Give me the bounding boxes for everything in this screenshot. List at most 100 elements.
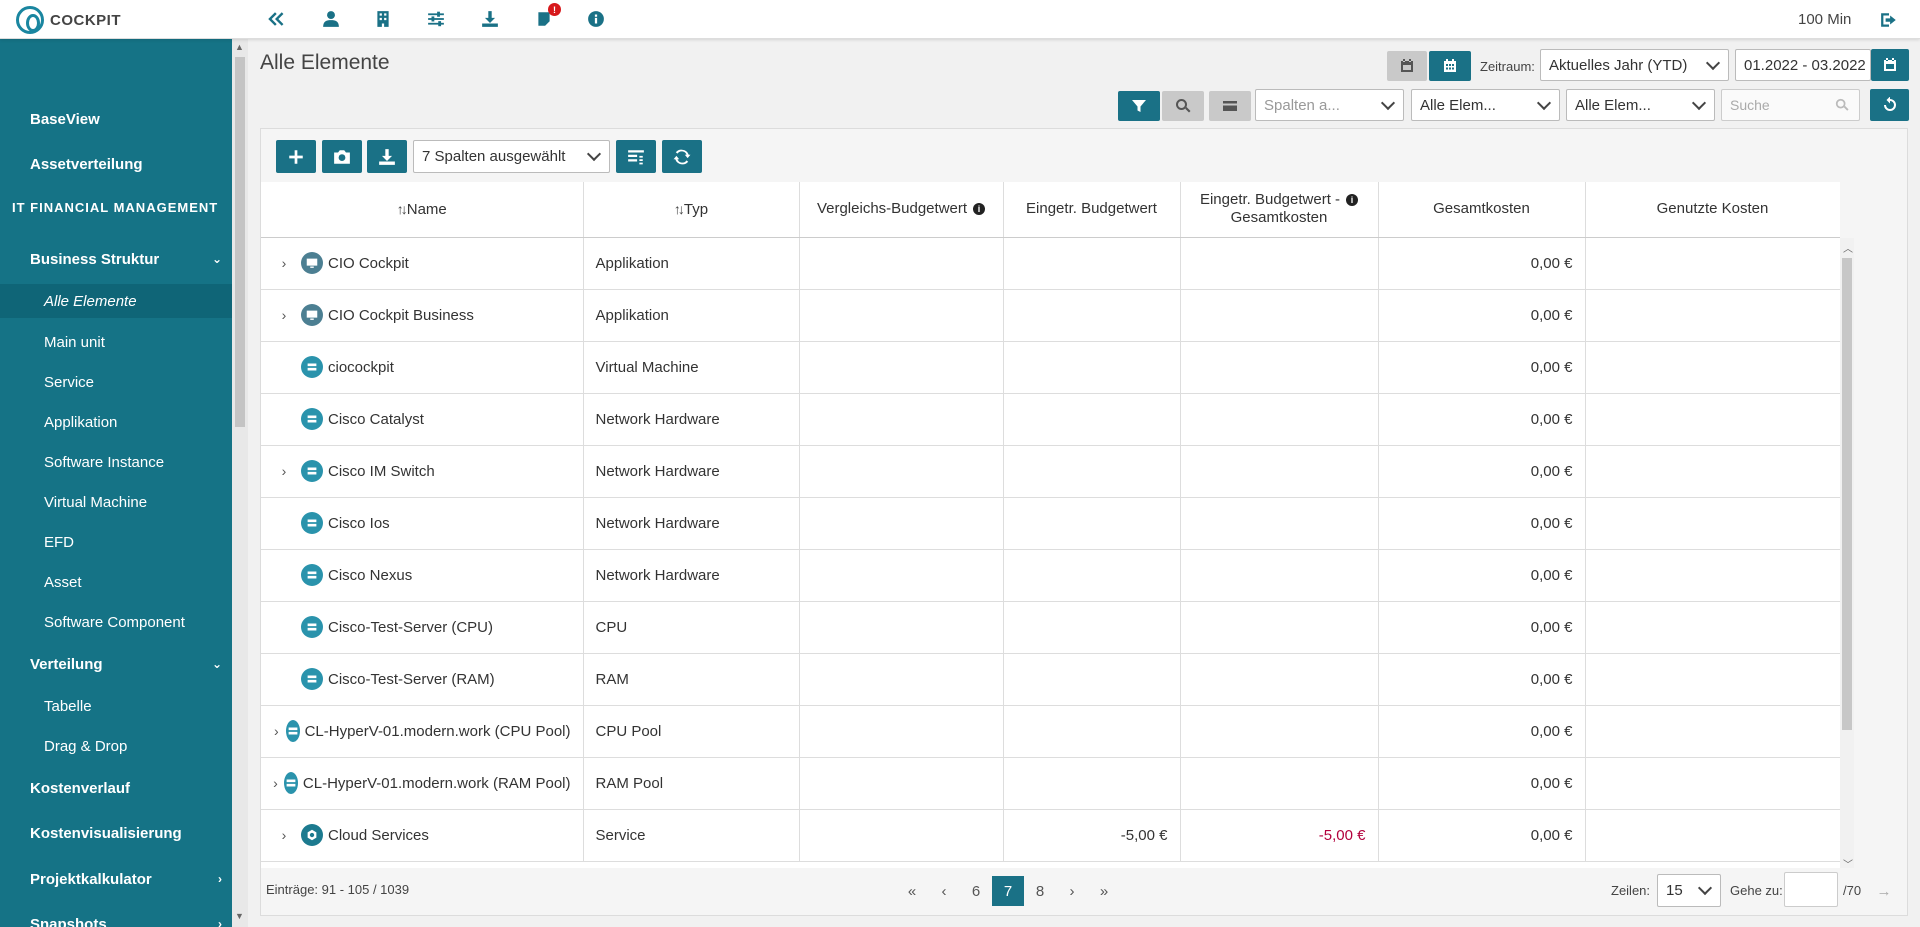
info-icon[interactable]: i <box>1346 194 1359 207</box>
cell-name[interactable]: Cisco Nexus <box>261 549 584 602</box>
info-icon[interactable]: i <box>973 203 986 216</box>
sidebar-item-efd[interactable]: EFD <box>0 525 232 559</box>
cell-name[interactable]: Cisco Ios <box>261 497 584 550</box>
search-input[interactable]: Suche <box>1721 89 1860 121</box>
sidebar-item-business-struktur[interactable]: Business Struktur ⌄ <box>0 241 232 277</box>
reset-button[interactable] <box>1870 89 1909 121</box>
notification-icon[interactable]: ! <box>533 3 561 30</box>
sidebar-item-service[interactable]: Service <box>0 365 232 399</box>
card-view-button[interactable] <box>1209 91 1251 121</box>
sidebar-item-baseview[interactable]: BaseView <box>0 101 232 137</box>
next-page-button[interactable]: › <box>1057 876 1087 906</box>
table-row[interactable]: Cisco Ios Network Hardware 0,00 € <box>261 497 1840 550</box>
sidebar-scrollbar-thumb[interactable] <box>235 57 245 427</box>
columns-filter-select[interactable]: Spalten a... <box>1255 89 1404 121</box>
table-row[interactable]: › Cloud Services Service -5,00 € -5,00 €0,00… <box>261 809 1840 862</box>
zeitraum-select[interactable]: Aktuelles Jahr (YTD) <box>1540 49 1729 81</box>
sidebar-item-kostenvisualisierung[interactable]: Kostenvisualisierung <box>0 815 232 851</box>
row-name[interactable]: CL-HyperV-01.modern.work (CPU Pool) <box>305 723 571 740</box>
row-name[interactable]: Cisco Catalyst <box>328 411 424 428</box>
table-row[interactable]: › CL-HyperV-01.modern.work (RAM Pool) RAM … <box>261 757 1840 810</box>
table-row[interactable]: ciocockpit Virtual Machine 0,00 € <box>261 341 1840 394</box>
column-header-vergleichs-budgetwert[interactable]: Vergleichs-Budgetwert i <box>799 182 1004 238</box>
column-settings-button[interactable] <box>616 140 656 173</box>
column-header-eingetr-budgetwert[interactable]: Eingetr. Budgetwert <box>1003 182 1181 238</box>
sidebar-item-virtual-machine[interactable]: Virtual Machine <box>0 485 232 519</box>
goto-arrow-button[interactable]: → <box>1869 876 1899 906</box>
cell-name[interactable]: ciocockpit <box>261 341 584 394</box>
year-view-button[interactable] <box>1429 51 1471 81</box>
row-name[interactable]: ciocockpit <box>328 359 394 376</box>
sidebar-item-software-instance[interactable]: Software Instance <box>0 445 232 479</box>
cell-name[interactable]: Cisco Catalyst <box>261 393 584 446</box>
refresh-button[interactable] <box>662 140 702 173</box>
chevron-right-icon[interactable]: › <box>273 307 295 323</box>
scroll-up-chevron-icon[interactable]: ︿ <box>1843 240 1853 255</box>
element-filter-select[interactable]: Alle Elem... <box>1411 89 1560 121</box>
scroll-down-arrow-icon[interactable]: ▼ <box>235 911 244 921</box>
sidebar-item-asset[interactable]: Asset <box>0 565 232 599</box>
sidebar-item-software-component[interactable]: Software Component <box>0 605 232 639</box>
chevron-right-icon[interactable]: › <box>273 723 280 739</box>
row-name[interactable]: Cisco Ios <box>328 515 390 532</box>
date-range-field[interactable]: 01.2022 - 03.2022 <box>1735 49 1871 81</box>
sidebar-item-verteilung[interactable]: Verteilung ⌄ <box>0 646 232 682</box>
table-row[interactable]: Cisco Nexus Network Hardware 0,00 € <box>261 549 1840 602</box>
filter-button[interactable] <box>1118 91 1160 121</box>
scroll-up-arrow-icon[interactable]: ▲ <box>235 42 244 52</box>
chevron-right-icon[interactable]: › <box>273 827 295 843</box>
table-row[interactable]: › CIO Cockpit Applikation 0,00 € <box>261 237 1840 290</box>
first-page-button[interactable]: « <box>897 876 927 906</box>
row-name[interactable]: Cisco Nexus <box>328 567 412 584</box>
app-logo[interactable]: COCKPIT <box>16 6 121 34</box>
row-name[interactable]: CIO Cockpit Business <box>328 307 474 324</box>
cell-name[interactable]: › CIO Cockpit Business <box>261 289 584 342</box>
column-chooser-select[interactable]: 7 Spalten ausgewählt <box>413 140 610 173</box>
cell-name[interactable]: Cisco-Test-Server (CPU) <box>261 601 584 654</box>
building-icon[interactable] <box>372 8 394 30</box>
sliders-icon[interactable] <box>425 8 447 30</box>
user-icon[interactable] <box>320 8 342 30</box>
table-row[interactable]: › CL-HyperV-01.modern.work (CPU Pool) CPU … <box>261 705 1840 758</box>
cell-name[interactable]: Cisco-Test-Server (RAM) <box>261 653 584 706</box>
row-name[interactable]: Cisco-Test-Server (RAM) <box>328 671 495 688</box>
chevron-right-icon[interactable]: › <box>273 255 295 271</box>
table-row[interactable]: Cisco-Test-Server (RAM) RAM 0,00 € <box>261 653 1840 706</box>
sidebar-item-tabelle[interactable]: Tabelle <box>0 689 232 723</box>
row-name[interactable]: Cisco-Test-Server (CPU) <box>328 619 493 636</box>
sidebar-item-projektkalkulator[interactable]: Projektkalkulator › <box>0 861 232 897</box>
collapse-icon[interactable] <box>264 8 286 30</box>
last-page-button[interactable]: » <box>1089 876 1119 906</box>
row-name[interactable]: Cloud Services <box>328 827 429 844</box>
cell-name[interactable]: › CIO Cockpit <box>261 237 584 290</box>
column-header-typ[interactable]: ↑↓ Typ <box>583 182 800 238</box>
table-row[interactable]: › CIO Cockpit Business Applikation 0,00 € <box>261 289 1840 342</box>
table-row[interactable]: Cisco-Test-Server (CPU) CPU 0,00 € <box>261 601 1840 654</box>
page-button-current[interactable]: 7 <box>992 876 1024 906</box>
sidebar-item-assetverteilung[interactable]: Assetverteilung <box>0 146 232 182</box>
row-name[interactable]: Cisco IM Switch <box>328 463 435 480</box>
row-name[interactable]: CIO Cockpit <box>328 255 409 272</box>
table-scrollbar-thumb[interactable] <box>1842 258 1852 730</box>
page-button[interactable]: 8 <box>1025 876 1055 906</box>
sidebar-item-alle-elemente[interactable]: Alle Elemente <box>0 284 232 318</box>
export-button[interactable] <box>367 140 407 173</box>
cell-name[interactable]: › Cloud Services <box>261 809 584 862</box>
search-toggle-button[interactable] <box>1162 91 1204 121</box>
rows-per-page-select[interactable]: 15 <box>1657 874 1721 907</box>
prev-page-button[interactable]: ‹ <box>929 876 959 906</box>
logout-icon[interactable] <box>1878 9 1900 31</box>
sidebar-item-drag-drop[interactable]: Drag & Drop <box>0 729 232 763</box>
column-header-gesamtkosten[interactable]: Gesamtkosten <box>1378 182 1586 238</box>
sidebar-item-main-unit[interactable]: Main unit <box>0 325 232 359</box>
table-row[interactable]: › Cisco IM Switch Network Hardware 0,00 € <box>261 445 1840 498</box>
table-row[interactable]: Cisco Catalyst Network Hardware 0,00 € <box>261 393 1840 446</box>
add-button[interactable] <box>276 140 316 173</box>
download-icon[interactable] <box>479 8 501 30</box>
column-header-genutzte-kosten[interactable]: Genutzte Kosten <box>1585 182 1840 238</box>
info-icon[interactable] <box>585 8 607 30</box>
snapshot-button[interactable] <box>322 140 362 173</box>
column-header-budget-minus-gesamtkosten[interactable]: Eingetr. Budgetwert - i Gesamtkosten <box>1180 182 1379 238</box>
cell-name[interactable]: › Cisco IM Switch <box>261 445 584 498</box>
cell-name[interactable]: › CL-HyperV-01.modern.work (CPU Pool) <box>261 705 584 758</box>
